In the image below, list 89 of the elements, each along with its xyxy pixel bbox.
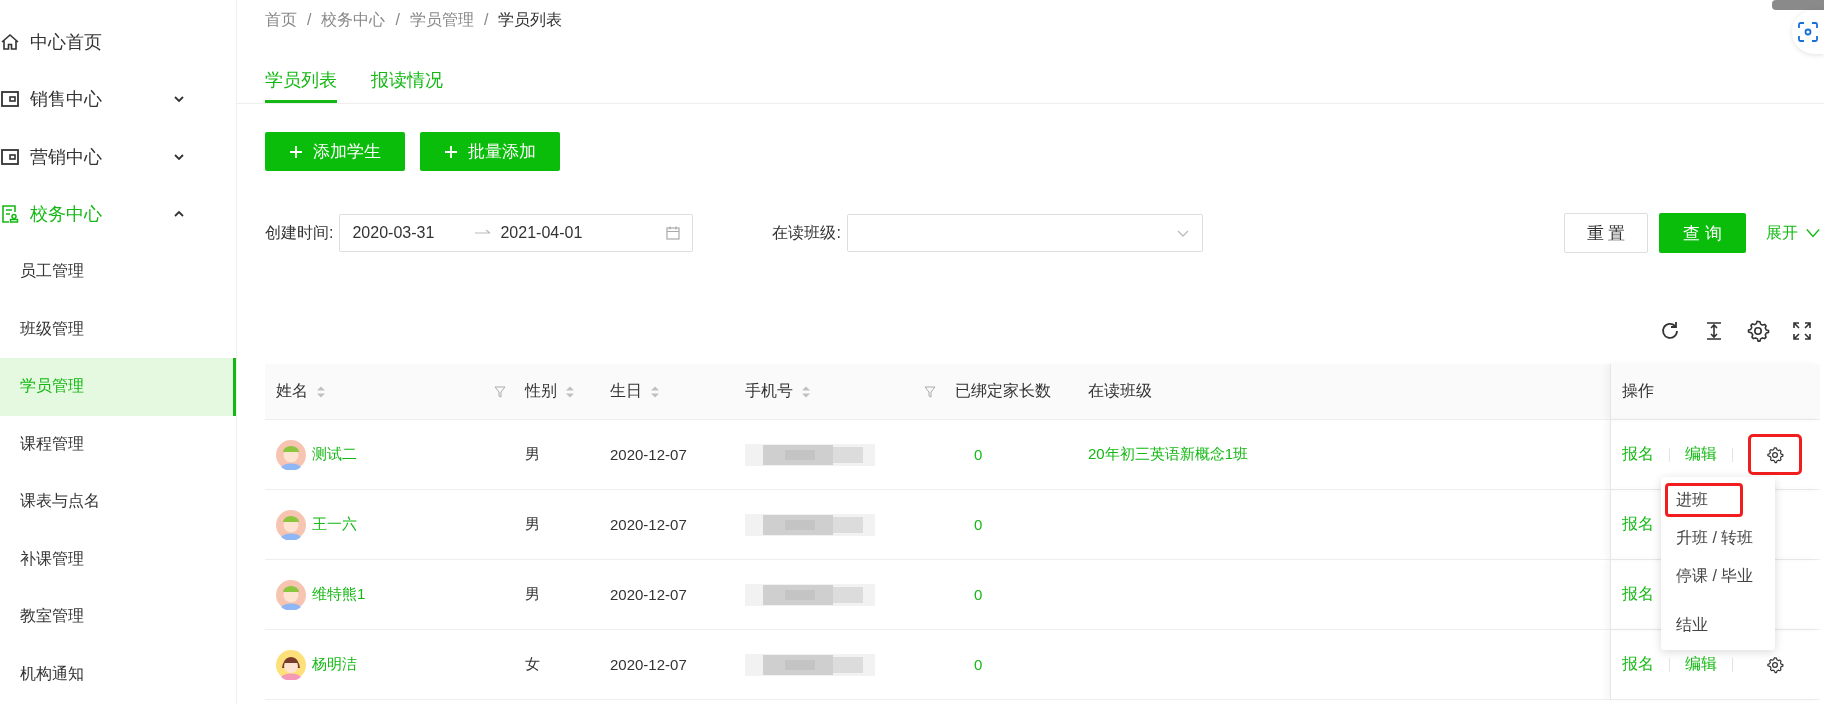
table-cell-text: 男 [524, 514, 541, 534]
plus-icon [444, 144, 458, 159]
column-header: 操作 [1622, 381, 1654, 401]
sidebar-subitem[interactable]: 学员管理 [0, 358, 236, 416]
action-link[interactable]: 编辑 [1685, 444, 1717, 465]
field-label: 创建时间: [265, 222, 334, 243]
breadcrumb-link[interactable]: 学员管理 [409, 9, 474, 31]
add-button[interactable]: 添加学生 [265, 132, 405, 171]
sidebar-label: 营销中心 [30, 145, 103, 169]
table-cell-text: 0 [973, 585, 984, 605]
table-cell-text: 男 [524, 584, 541, 604]
sidebar-subitem[interactable]: 补课管理 [0, 530, 236, 588]
sidebar-label: 销售中心 [30, 88, 103, 112]
action-link[interactable]: 报名 [1622, 444, 1654, 465]
sidebar-subitem[interactable]: 机构通知 [0, 645, 236, 703]
sidebar-subitem[interactable]: 课程管理 [0, 415, 236, 473]
student-name-link[interactable]: 测试二 [312, 445, 357, 464]
tab[interactable]: 报读情况 [371, 60, 443, 103]
student-name-link[interactable]: 杨明洁 [312, 655, 357, 674]
settings-icon[interactable] [1746, 319, 1770, 343]
sidebar-subitem[interactable]: 教室管理 [0, 588, 236, 646]
settings-icon [1766, 445, 1784, 464]
column-header: 在读班级 [1088, 381, 1152, 401]
column-header: 已绑定家长数 [955, 381, 1051, 401]
settings-icon [1766, 655, 1784, 674]
plus-icon [289, 144, 303, 159]
settings-button[interactable] [1748, 434, 1802, 475]
column-header: 生日 [610, 381, 642, 401]
document-icon [0, 204, 20, 225]
menu-item[interactable]: 结业 [1665, 608, 1743, 642]
student-name-link[interactable]: 王一六 [312, 515, 357, 534]
sidebar-subitem[interactable]: 课表与点名 [0, 473, 236, 531]
calendar-icon [666, 226, 681, 240]
breadcrumb-separator: / [307, 11, 312, 29]
sidebar-label: 中心首页 [30, 30, 103, 54]
avatar-icon [276, 649, 306, 680]
sidebar-item[interactable]: 中心首页 [0, 13, 236, 71]
menu-item[interactable]: 进班 [1665, 483, 1743, 517]
action-link[interactable]: 报名 [1622, 584, 1654, 605]
column-header: 性别 [525, 381, 557, 401]
table-cell-text: 2020-12-07 [609, 515, 688, 535]
date-range-field[interactable]: 2020-03-31 2021-04-01 [339, 214, 694, 252]
action-link[interactable]: 报名 [1622, 654, 1654, 675]
avatar-icon [276, 579, 306, 610]
sidebar-item[interactable]: 校务中心 [0, 185, 236, 243]
breadcrumb-link[interactable]: 首页 [265, 9, 297, 31]
scan-icon [1798, 22, 1818, 42]
table-cell-text: 男 [524, 444, 541, 464]
menu-item[interactable]: 升班 / 转班 [1665, 521, 1765, 555]
home-icon [0, 31, 20, 52]
student-name-link[interactable]: 维特熊1 [312, 585, 366, 604]
add-button[interactable]: 批量添加 [420, 132, 560, 171]
sidebar-subitem[interactable]: 员工管理 [0, 243, 236, 301]
table-cell-text: 2020-12-07 [609, 445, 688, 465]
avatar-icon [276, 509, 306, 540]
wallet-icon [0, 89, 20, 110]
chevron-icon [1806, 226, 1820, 240]
tab[interactable]: 学员列表 [265, 60, 337, 103]
expand-link[interactable]: 展开 [1766, 222, 1820, 244]
field-label: 在读班级: [772, 222, 841, 243]
floating-bar [1772, 0, 1824, 10]
action-link[interactable]: 编辑 [1685, 654, 1717, 675]
menu-item[interactable]: 停课 / 毕业 [1665, 559, 1765, 593]
screenshot-button[interactable] [1792, 10, 1824, 54]
class-link[interactable]: 20年初三英语新概念1班 [1077, 420, 1610, 489]
action-link[interactable]: 报名 [1622, 514, 1654, 535]
table-cell-text: 0 [973, 515, 984, 535]
column-header: 手机号 [745, 381, 793, 401]
wallet-icon [0, 146, 20, 167]
sidebar-item[interactable]: 销售中心 [0, 70, 236, 128]
table-cell-text: 0 [973, 445, 984, 465]
breadcrumb-separator: / [483, 11, 489, 29]
date-value: 2021-04-01 [500, 224, 584, 242]
sidebar-label: 校务中心 [30, 203, 103, 227]
table-cell-text: 0 [973, 655, 984, 675]
avatar-icon [276, 439, 306, 470]
date-value: 2020-03-31 [352, 224, 436, 242]
table-cell-text: 2020-12-07 [609, 585, 688, 605]
sidebar-item[interactable]: 营销中心 [0, 128, 236, 186]
column-header: 姓名 [276, 381, 308, 401]
table-cell-text: 2020-12-07 [609, 655, 688, 675]
table-cell-text: 女 [524, 654, 541, 674]
breadcrumb-current: 学员列表 [498, 9, 563, 30]
breadcrumb-link[interactable]: 校务中心 [321, 9, 386, 31]
breadcrumb-separator: / [395, 11, 400, 29]
fullscreen-icon[interactable] [1790, 319, 1814, 343]
search-button[interactable]: 查 询 [1659, 213, 1746, 253]
sidebar-subitem[interactable]: 班级管理 [0, 300, 236, 358]
reset-button[interactable]: 重 置 [1563, 213, 1649, 253]
